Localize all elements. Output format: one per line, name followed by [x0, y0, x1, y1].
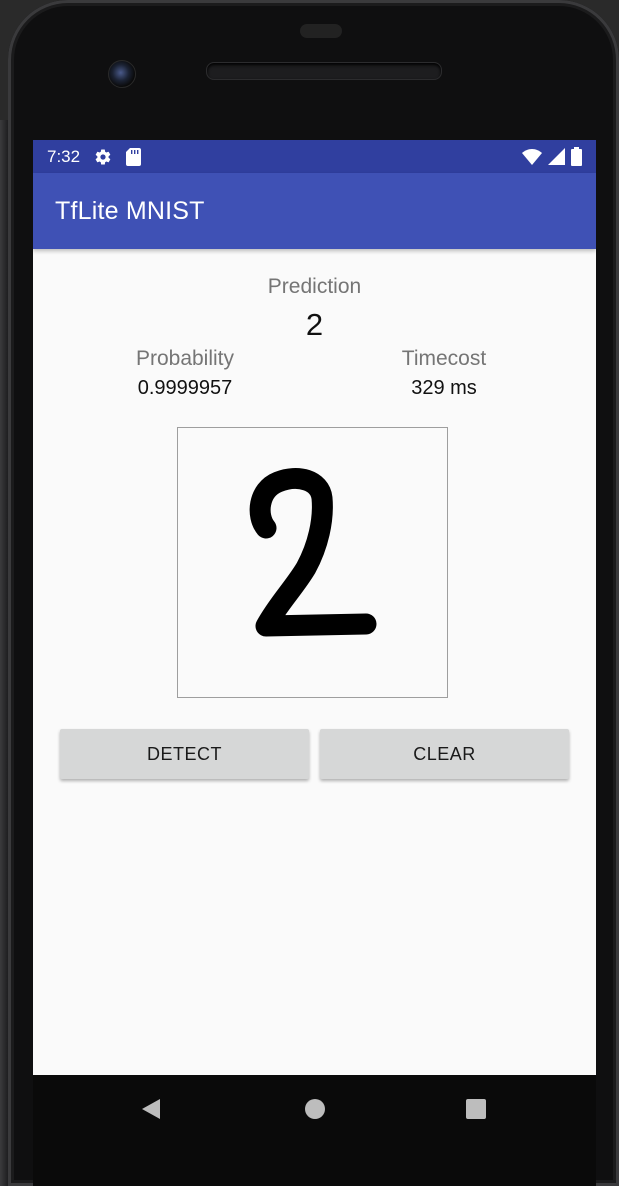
back-icon[interactable] [140, 1097, 162, 1126]
detect-button[interactable]: DETECT [60, 729, 309, 779]
prediction-label: Prediction [267, 275, 362, 298]
probability-label: Probability [135, 347, 235, 370]
main-content: Prediction 2 Probability 0.9999957 Timec… [33, 249, 596, 1075]
top-slot [300, 24, 342, 38]
timecost-value: 329 ms [411, 377, 477, 399]
timecost-block: Timecost 329 ms [344, 347, 544, 400]
front-camera [108, 60, 136, 88]
status-time: 7:32 [47, 146, 81, 166]
navigation-bar [33, 1075, 596, 1186]
clear-button[interactable]: CLEAR [320, 729, 569, 779]
app-bar: TfLite MNIST [33, 173, 596, 249]
gear-icon [94, 148, 112, 166]
drawing-canvas[interactable] [177, 427, 448, 698]
probability-block: Probability 0.9999957 [85, 347, 285, 400]
phone-edge [0, 120, 8, 1186]
home-icon[interactable] [304, 1097, 326, 1126]
earpiece-speaker [206, 62, 442, 80]
prediction-value: 2 [305, 307, 324, 342]
handwritten-digit-drawing [249, 468, 377, 637]
recents-icon[interactable] [465, 1097, 487, 1126]
device-screen: 7:32 TfLite MNIST Prediction 2 Probabili… [33, 140, 596, 1075]
signal-icon [548, 148, 565, 165]
sd-card-icon [126, 147, 142, 166]
timecost-label: Timecost [401, 347, 487, 370]
status-bar: 7:32 [33, 140, 596, 173]
app-title: TfLite MNIST [55, 196, 205, 225]
wifi-icon [522, 148, 542, 165]
battery-icon [571, 147, 582, 166]
probability-value: 0.9999957 [137, 377, 233, 399]
